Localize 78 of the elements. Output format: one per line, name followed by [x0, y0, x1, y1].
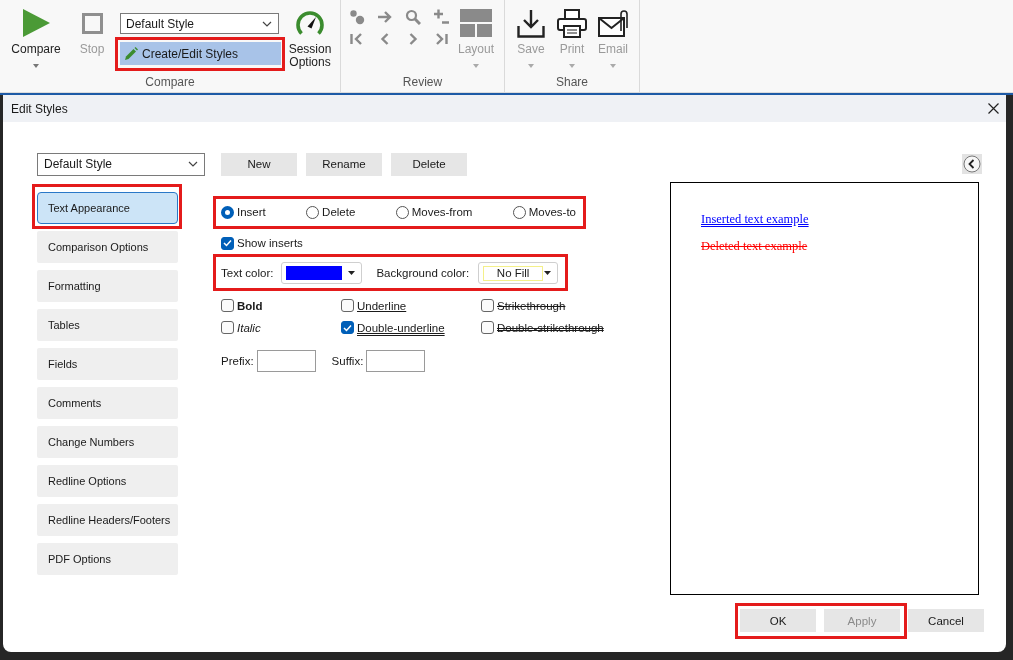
- style-action-button[interactable]: Rename: [306, 152, 382, 176]
- chevron-down-icon: [262, 20, 272, 27]
- field-label: Prefix:: [221, 355, 254, 367]
- group-label: Compare: [144, 75, 196, 89]
- input-field[interactable]: [256, 350, 316, 372]
- dialog-button[interactable]: Cancel: [908, 609, 984, 632]
- field-label: Background color:: [376, 267, 470, 279]
- style-select[interactable]: Default Style: [37, 152, 205, 176]
- preview-text: Inserted text example: [701, 212, 809, 226]
- sidebar-item[interactable]: Text Appearance: [37, 192, 178, 224]
- preview-text: Deleted text example: [701, 239, 808, 253]
- caret-icon: [610, 64, 616, 68]
- envelope-icon: [598, 8, 628, 38]
- checkbox-icon[interactable]: [481, 321, 494, 334]
- collapse-button[interactable]: [962, 154, 982, 174]
- select-value: Default Style: [126, 16, 195, 31]
- color-dropdown[interactable]: No Fill: [478, 262, 559, 284]
- radio-option[interactable]: Insert: [221, 204, 266, 220]
- color-dropdown[interactable]: [281, 262, 363, 284]
- checkbox-option[interactable]: Show inserts: [221, 236, 303, 250]
- checkbox-icon[interactable]: [481, 299, 494, 312]
- chevron-left-icon: [963, 155, 981, 173]
- radio-icon[interactable]: [221, 205, 234, 219]
- checkbox-option[interactable]: Italic: [221, 321, 341, 334]
- edit-styles-button[interactable]: Create/Edit Styles: [120, 42, 281, 65]
- checkbox-icon[interactable]: [221, 236, 234, 250]
- input-field[interactable]: [366, 350, 426, 372]
- sidebar-item[interactable]: Change Numbers: [37, 426, 178, 458]
- caret-icon: [348, 271, 356, 275]
- group-label: Share: [555, 75, 589, 89]
- pencil-icon: [124, 46, 138, 61]
- group-label: Review: [401, 75, 444, 89]
- chevron-down-icon: [188, 161, 198, 167]
- radio-option[interactable]: Moves-from: [395, 204, 473, 220]
- field-label: Text color:: [221, 267, 274, 279]
- checkbox-option[interactable]: Underline: [341, 299, 481, 312]
- checkbox-icon[interactable]: [341, 299, 354, 312]
- style-select[interactable]: Default Style: [120, 13, 279, 34]
- field-label: Suffix:: [331, 355, 364, 367]
- radio-option[interactable]: Moves-to: [512, 204, 576, 220]
- download-icon: [517, 8, 545, 38]
- printer-icon: [557, 8, 587, 38]
- sidebar-item[interactable]: Tables: [37, 309, 178, 341]
- checkbox-option[interactable]: Bold: [221, 299, 341, 312]
- caret-icon: [473, 64, 479, 68]
- gauge-icon: [295, 9, 325, 37]
- style-action-button[interactable]: New: [221, 152, 297, 176]
- sidebar-item[interactable]: PDF Options: [37, 543, 178, 575]
- caret-icon: [544, 271, 552, 275]
- window-title: Edit Styles: [11, 101, 68, 116]
- select-value: Default Style: [44, 157, 113, 171]
- sidebar-item[interactable]: Redline Headers/Footers: [37, 504, 178, 536]
- checkbox-option[interactable]: Double-underline: [341, 321, 481, 334]
- checkbox-option[interactable]: Strikethrough: [481, 299, 604, 312]
- dialog-button[interactable]: OK: [740, 609, 816, 632]
- radio-icon[interactable]: [306, 205, 320, 219]
- sidebar-item[interactable]: Comments: [37, 387, 178, 419]
- radio-option[interactable]: Delete: [306, 204, 356, 220]
- caret-icon: [569, 64, 575, 68]
- play-icon: [22, 9, 50, 37]
- radio-icon[interactable]: [395, 205, 409, 219]
- style-action-button[interactable]: Delete: [391, 152, 467, 176]
- panels-icon: [460, 9, 492, 37]
- sidebar-item[interactable]: Fields: [37, 348, 178, 380]
- radio-icon[interactable]: [512, 205, 526, 219]
- caret-icon: [33, 64, 39, 68]
- checkbox-option[interactable]: Double-strikethrough: [481, 321, 604, 334]
- session-options-button[interactable]: Session Options: [287, 0, 333, 69]
- sidebar-item[interactable]: Redline Options: [37, 465, 178, 497]
- stop-icon: [81, 12, 103, 34]
- checkbox-icon[interactable]: [221, 299, 234, 312]
- checkbox-icon[interactable]: [221, 321, 234, 334]
- sidebar-item[interactable]: Comparison Options: [37, 231, 178, 263]
- caret-icon: [528, 64, 534, 68]
- checkbox-icon[interactable]: [341, 321, 354, 334]
- compare-button[interactable]: Compare: [8, 0, 64, 68]
- sidebar-item[interactable]: Formatting: [37, 270, 178, 302]
- close-icon[interactable]: [988, 103, 999, 114]
